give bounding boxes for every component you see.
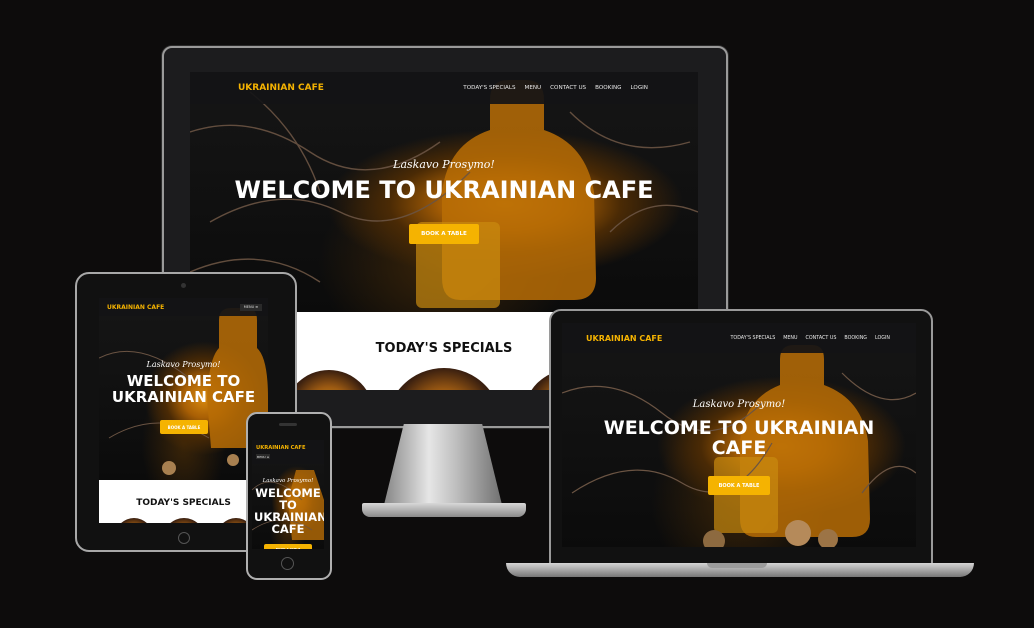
nav-link-booking[interactable]: BOOKING: [595, 85, 621, 91]
nav-link-login[interactable]: LOGIN: [631, 85, 649, 91]
tablet-book-table-button[interactable]: BOOK A TABLE: [160, 420, 208, 434]
tablet-hero-tagline: Laskavo Prosymo!: [146, 360, 221, 369]
special-dish-image: [284, 370, 374, 390]
tablet-specials-heading: TODAY'S SPECIALS: [136, 498, 231, 508]
tablet-home-button[interactable]: [178, 532, 190, 544]
phone-menu-toggle[interactable]: MENU ≡: [256, 454, 270, 459]
desktop-hero-headline: WELCOME TO UKRAINIAN CAFE: [234, 176, 654, 204]
phone-navbar: UKRAINIAN CAFE MENU ≡: [252, 440, 324, 464]
phone-book-table-button[interactable]: BOOK A TABLE: [264, 544, 312, 549]
tablet-hero-headline: WELCOME TO UKRAINIAN CAFE: [111, 372, 256, 406]
nav-link-menu[interactable]: MENU: [525, 85, 542, 91]
desktop-stand: [384, 424, 502, 504]
laptop-brand-logo[interactable]: UKRAINIAN CAFE: [586, 334, 662, 343]
tablet-camera: [181, 283, 186, 288]
nav-link-specials[interactable]: TODAY'S SPECIALS: [463, 85, 515, 91]
phone-hero-tagline: Laskavo Prosymo!: [262, 478, 314, 484]
phone-home-button[interactable]: [281, 557, 294, 570]
laptop-hero-tagline: Laskavo Prosymo!: [692, 399, 786, 410]
desktop-nav-links: TODAY'S SPECIALS MENU CONTACT US BOOKING…: [463, 85, 648, 91]
laptop-navbar: UKRAINIAN CAFE TODAY'S SPECIALS MENU CON…: [562, 323, 916, 353]
laptop-hero-headline: WELCOME TO UKRAINIAN CAFE: [603, 417, 875, 459]
phone-hero-headline: WELCOME TO UKRAINIAN CAFE: [254, 486, 324, 537]
laptop-screen: UKRAINIAN CAFE TODAY'S SPECIALS MENU CON…: [562, 323, 916, 547]
tablet-menu-toggle[interactable]: MENU ≡: [240, 303, 262, 311]
nav-link-specials[interactable]: TODAY'S SPECIALS: [730, 336, 775, 341]
desktop-navbar: UKRAINIAN CAFE TODAY'S SPECIALS MENU CON…: [190, 72, 698, 104]
special-dish-image: [386, 368, 502, 390]
desktop-hero-tagline: Laskavo Prosymo!: [393, 158, 495, 171]
special-dish-image: [163, 518, 205, 523]
desktop-brand-logo[interactable]: UKRAINIAN CAFE: [238, 83, 324, 93]
phone-brand-logo[interactable]: UKRAINIAN CAFE: [256, 445, 306, 451]
laptop-notch: [707, 563, 767, 568]
nav-link-login[interactable]: LOGIN: [875, 336, 890, 341]
desktop-book-table-button[interactable]: BOOK A TABLE: [409, 224, 479, 244]
phone-screen: UKRAINIAN CAFE MENU ≡ Laskavo Prosymo! W…: [252, 440, 324, 549]
phone-speaker: [279, 423, 297, 426]
laptop-nav-links: TODAY'S SPECIALS MENU CONTACT US BOOKING…: [730, 336, 890, 341]
nav-link-contact[interactable]: CONTACT US: [550, 85, 586, 91]
tablet-specials-section: TODAY'S SPECIALS: [99, 480, 268, 523]
nav-link-booking[interactable]: BOOKING: [844, 336, 867, 341]
laptop-book-table-button[interactable]: BOOK A TABLE: [708, 476, 770, 495]
desktop-stand-base: [362, 503, 526, 517]
special-dish-image: [115, 518, 153, 523]
tablet-navbar: UKRAINIAN CAFE MENU ≡: [99, 298, 268, 316]
tablet-screen: UKRAINIAN CAFE MENU ≡ Laskavo Prosymo! W…: [99, 298, 268, 523]
nav-link-contact[interactable]: CONTACT US: [806, 336, 837, 341]
tablet-brand-logo[interactable]: UKRAINIAN CAFE: [107, 304, 164, 311]
nav-link-menu[interactable]: MENU: [783, 336, 797, 341]
